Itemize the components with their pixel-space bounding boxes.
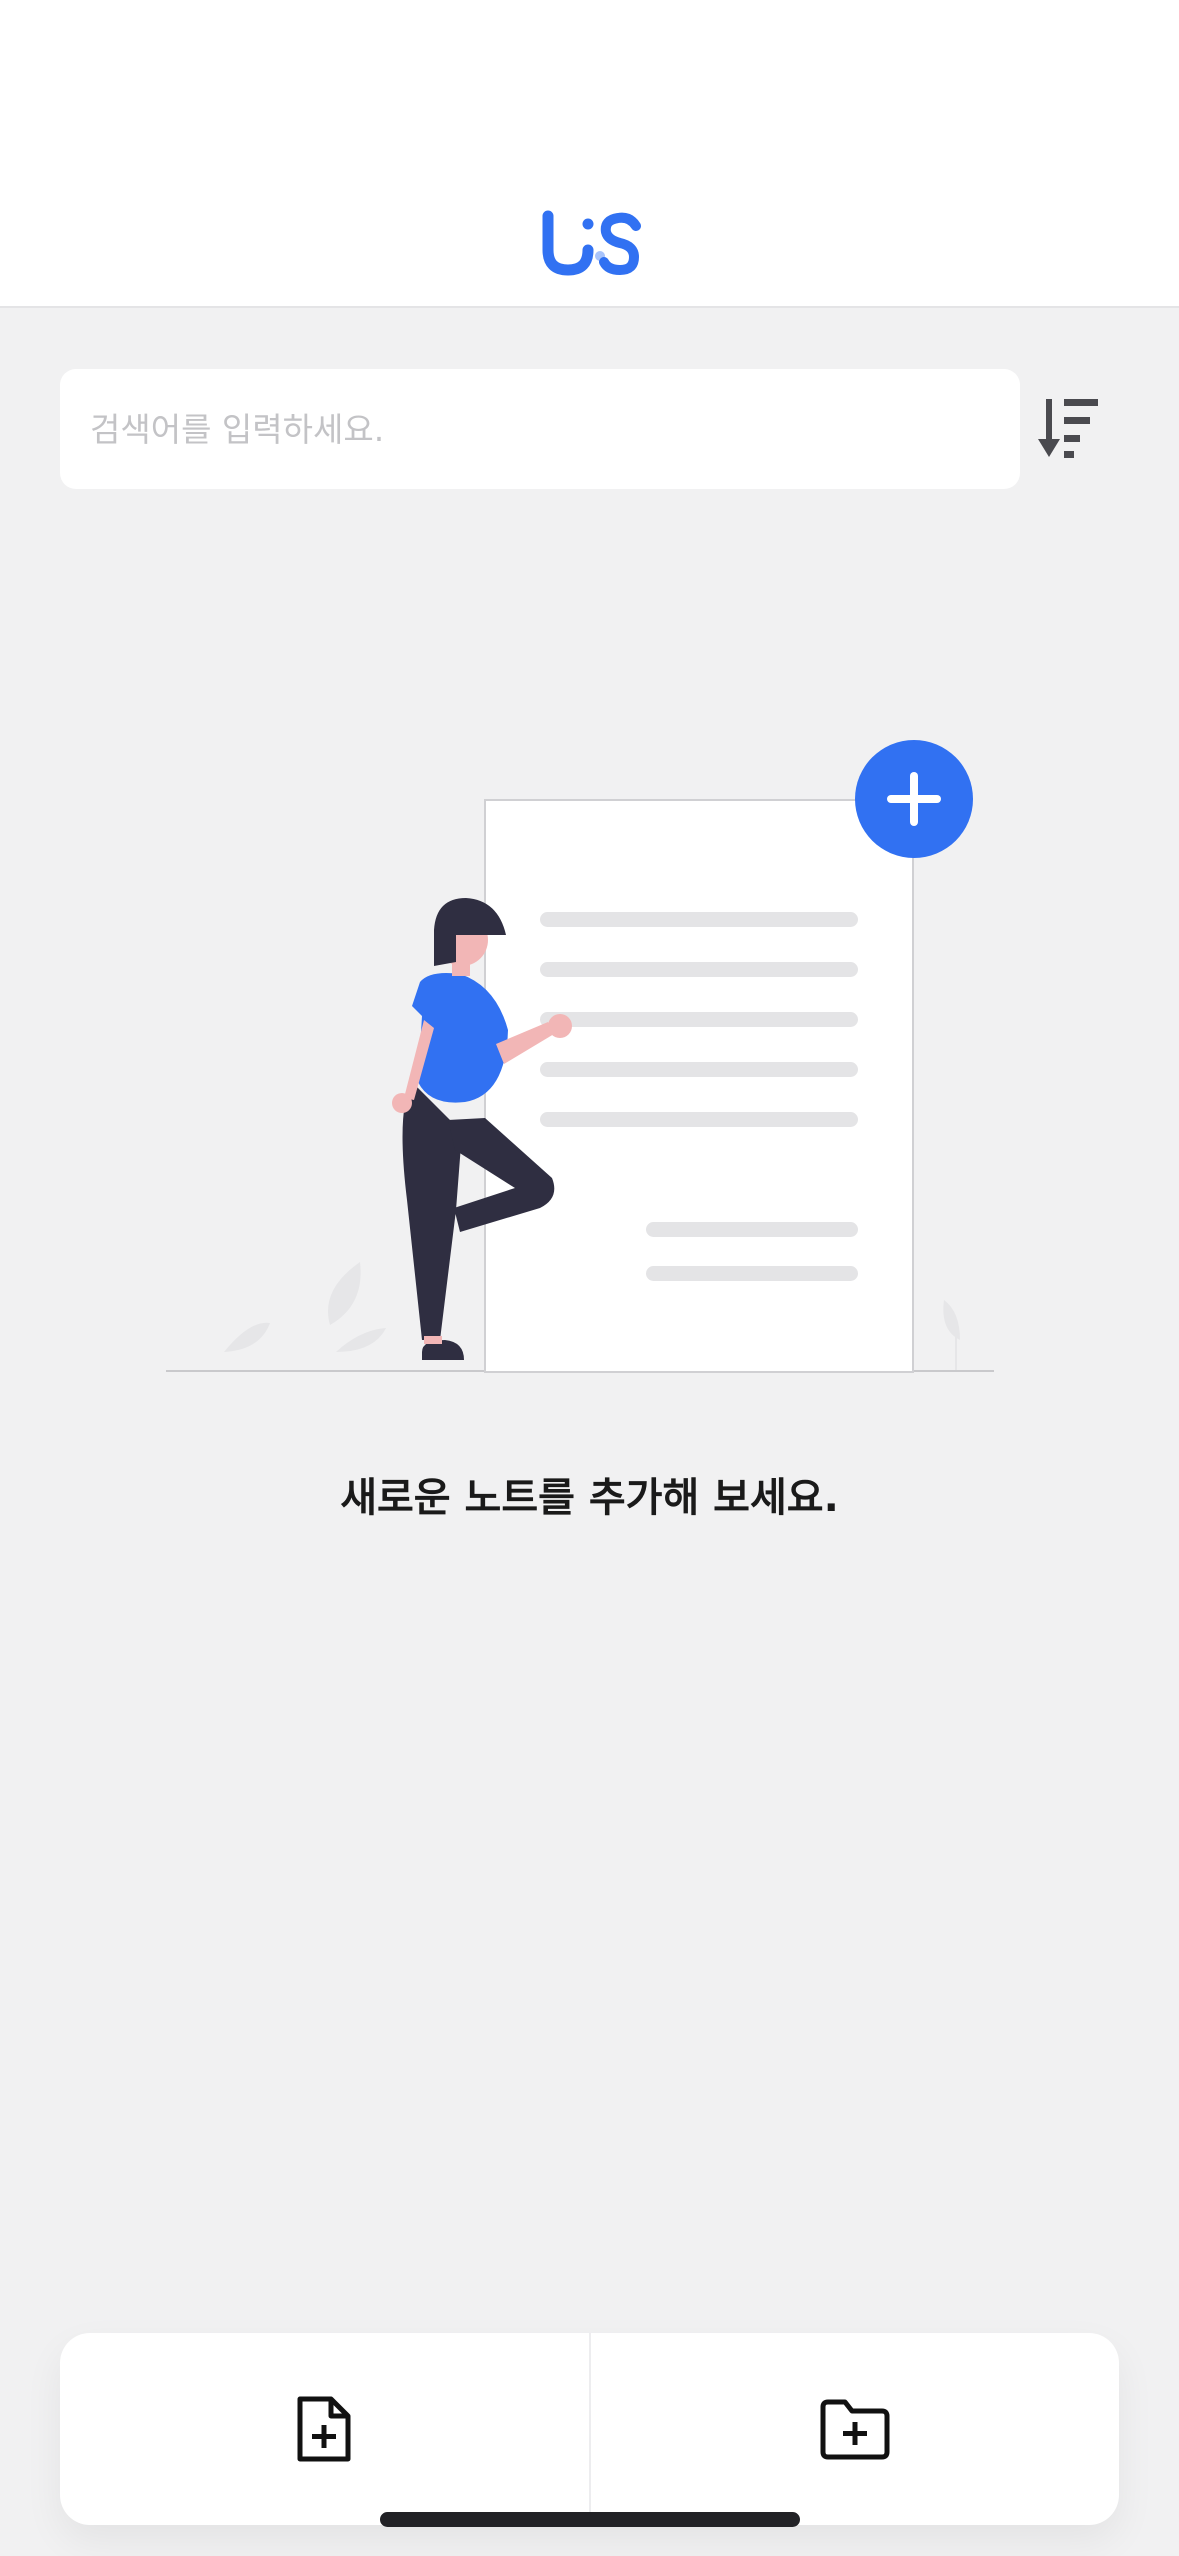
document-shape	[484, 799, 914, 1373]
sort-descending-icon	[1038, 399, 1098, 458]
file-plus-icon	[297, 2396, 351, 2462]
bottom-action-bar	[60, 2333, 1119, 2525]
new-note-button[interactable]	[60, 2333, 589, 2525]
new-folder-button[interactable]	[591, 2333, 1120, 2525]
folder-plus-icon	[820, 2399, 890, 2460]
empty-state-message: 새로운 노트를 추가해 보세요.	[340, 1475, 839, 1521]
home-indicator	[380, 2512, 800, 2527]
sort-button[interactable]	[1034, 392, 1104, 468]
search-box	[60, 369, 1020, 489]
app-header	[0, 0, 1179, 308]
empty-notes-illustration	[166, 740, 994, 1373]
app-logo	[542, 210, 641, 276]
plus-circle-icon	[855, 740, 973, 858]
search-input[interactable]	[90, 389, 990, 469]
